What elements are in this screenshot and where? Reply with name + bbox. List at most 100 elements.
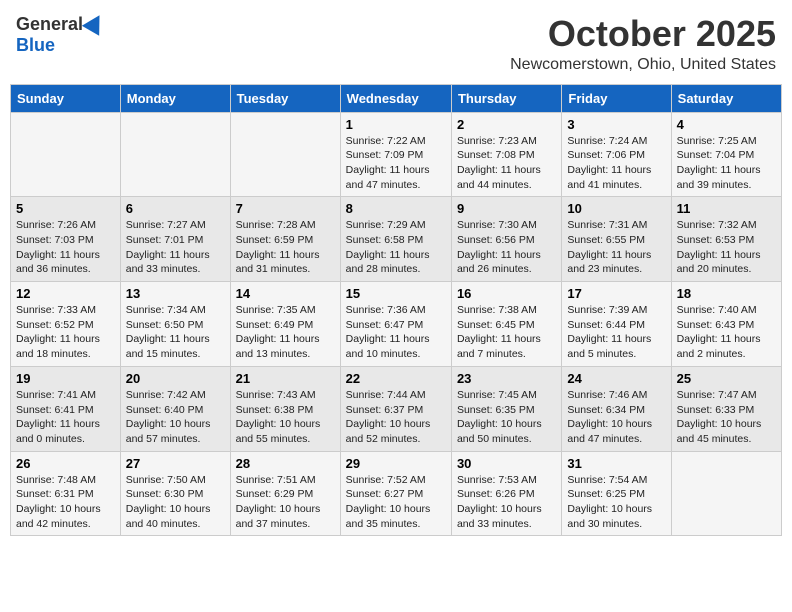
calendar-cell: 19Sunrise: 7:41 AM Sunset: 6:41 PM Dayli… xyxy=(11,366,121,451)
day-info: Sunrise: 7:28 AM Sunset: 6:59 PM Dayligh… xyxy=(236,218,335,277)
day-number: 7 xyxy=(236,201,335,216)
calendar-cell: 1 Sunrise: 7:22 AM Sunset: 7:09 PM Daylig… xyxy=(340,112,451,197)
title-block: October 2025 Newcomerstown, Ohio, United… xyxy=(510,14,776,74)
day-info: Sunrise: 7:22 AM Sunset: 7:09 PM Dayligh… xyxy=(346,134,446,193)
calendar-cell xyxy=(671,451,781,536)
day-info: Sunrise: 7:38 AM Sunset: 6:45 PM Dayligh… xyxy=(457,303,556,362)
day-info: Sunrise: 7:45 AM Sunset: 6:35 PM Dayligh… xyxy=(457,388,556,447)
day-info: Sunrise: 7:35 AM Sunset: 6:49 PM Dayligh… xyxy=(236,303,335,362)
weekday-header-saturday: Saturday xyxy=(671,84,781,112)
day-info: Sunrise: 7:26 AM Sunset: 7:03 PM Dayligh… xyxy=(16,218,115,277)
calendar-cell: 17 Sunrise: 7:39 AM Sunset: 6:44 PM Dayli… xyxy=(562,282,671,367)
calendar-cell: 6 Sunrise: 7:27 AM Sunset: 7:01 PM Daylig… xyxy=(120,197,230,282)
page-header: General Blue October 2025 Newcomerstown,… xyxy=(10,10,782,78)
day-info: Sunrise: 7:33 AM Sunset: 6:52 PM Dayligh… xyxy=(16,303,115,362)
day-info: Sunrise: 7:52 AM Sunset: 6:27 PM Dayligh… xyxy=(346,473,446,532)
day-info: Sunrise: 7:25 AM Sunset: 7:04 PM Dayligh… xyxy=(677,134,776,193)
weekday-header-wednesday: Wednesday xyxy=(340,84,451,112)
day-number: 11 xyxy=(677,201,776,216)
calendar-cell: 25 Sunrise: 7:47 AM Sunset: 6:33 PM Dayli… xyxy=(671,366,781,451)
day-number: 6 xyxy=(126,201,225,216)
day-number: 8 xyxy=(346,201,446,216)
weekday-header-monday: Monday xyxy=(120,84,230,112)
calendar-cell: 18Sunrise: 7:40 AM Sunset: 6:43 PM Dayli… xyxy=(671,282,781,367)
calendar-cell: 27 Sunrise: 7:50 AM Sunset: 6:30 PM Dayli… xyxy=(120,451,230,536)
calendar-cell: 13 Sunrise: 7:34 AM Sunset: 6:50 PM Dayli… xyxy=(120,282,230,367)
day-info: Sunrise: 7:43 AM Sunset: 6:38 PM Dayligh… xyxy=(236,388,335,447)
day-info: Sunrise: 7:40 AM Sunset: 6:43 PM Dayligh… xyxy=(677,303,776,362)
day-number: 4 xyxy=(677,117,776,132)
day-info: Sunrise: 7:27 AM Sunset: 7:01 PM Dayligh… xyxy=(126,218,225,277)
day-info: Sunrise: 7:30 AM Sunset: 6:56 PM Dayligh… xyxy=(457,218,556,277)
day-info: Sunrise: 7:50 AM Sunset: 6:30 PM Dayligh… xyxy=(126,473,225,532)
calendar-cell xyxy=(120,112,230,197)
calendar-cell xyxy=(230,112,340,197)
weekday-header-thursday: Thursday xyxy=(451,84,561,112)
day-number: 3 xyxy=(567,117,665,132)
day-number: 25 xyxy=(677,371,776,386)
calendar-cell: 11 Sunrise: 7:32 AM Sunset: 6:53 PM Dayli… xyxy=(671,197,781,282)
weekday-header-friday: Friday xyxy=(562,84,671,112)
day-info: Sunrise: 7:46 AM Sunset: 6:34 PM Dayligh… xyxy=(567,388,665,447)
day-info: Sunrise: 7:44 AM Sunset: 6:37 PM Dayligh… xyxy=(346,388,446,447)
calendar-cell: 28Sunrise: 7:51 AM Sunset: 6:29 PM Dayli… xyxy=(230,451,340,536)
day-number: 28 xyxy=(236,456,335,471)
calendar-cell: 21 Sunrise: 7:43 AM Sunset: 6:38 PM Dayli… xyxy=(230,366,340,451)
day-number: 24 xyxy=(567,371,665,386)
day-number: 27 xyxy=(126,456,225,471)
month-title: October 2025 xyxy=(510,14,776,54)
day-number: 5 xyxy=(16,201,115,216)
logo-blue-text: Blue xyxy=(16,35,55,56)
logo: General Blue xyxy=(16,14,105,56)
calendar-cell: 2 Sunrise: 7:23 AM Sunset: 7:08 PM Daylig… xyxy=(451,112,561,197)
day-info: Sunrise: 7:54 AM Sunset: 6:25 PM Dayligh… xyxy=(567,473,665,532)
day-info: Sunrise: 7:42 AM Sunset: 6:40 PM Dayligh… xyxy=(126,388,225,447)
day-number: 14 xyxy=(236,286,335,301)
calendar-cell: 20Sunrise: 7:42 AM Sunset: 6:40 PM Dayli… xyxy=(120,366,230,451)
day-number: 17 xyxy=(567,286,665,301)
calendar-cell: 15 Sunrise: 7:36 AM Sunset: 6:47 PM Dayli… xyxy=(340,282,451,367)
day-info: Sunrise: 7:34 AM Sunset: 6:50 PM Dayligh… xyxy=(126,303,225,362)
calendar-cell: 26Sunrise: 7:48 AM Sunset: 6:31 PM Dayli… xyxy=(11,451,121,536)
day-number: 21 xyxy=(236,371,335,386)
day-info: Sunrise: 7:24 AM Sunset: 7:06 PM Dayligh… xyxy=(567,134,665,193)
day-number: 15 xyxy=(346,286,446,301)
day-number: 26 xyxy=(16,456,115,471)
day-info: Sunrise: 7:32 AM Sunset: 6:53 PM Dayligh… xyxy=(677,218,776,277)
calendar-cell: 8 Sunrise: 7:29 AM Sunset: 6:58 PM Daylig… xyxy=(340,197,451,282)
calendar-cell: 31 Sunrise: 7:54 AM Sunset: 6:25 PM Dayli… xyxy=(562,451,671,536)
logo-triangle-icon xyxy=(82,10,108,36)
day-info: Sunrise: 7:23 AM Sunset: 7:08 PM Dayligh… xyxy=(457,134,556,193)
day-info: Sunrise: 7:29 AM Sunset: 6:58 PM Dayligh… xyxy=(346,218,446,277)
calendar-cell: 7 Sunrise: 7:28 AM Sunset: 6:59 PM Daylig… xyxy=(230,197,340,282)
day-number: 31 xyxy=(567,456,665,471)
calendar-cell: 4 Sunrise: 7:25 AM Sunset: 7:04 PM Daylig… xyxy=(671,112,781,197)
weekday-header-tuesday: Tuesday xyxy=(230,84,340,112)
calendar-cell: 23 Sunrise: 7:45 AM Sunset: 6:35 PM Dayli… xyxy=(451,366,561,451)
day-info: Sunrise: 7:39 AM Sunset: 6:44 PM Dayligh… xyxy=(567,303,665,362)
weekday-header-sunday: Sunday xyxy=(11,84,121,112)
location-title: Newcomerstown, Ohio, United States xyxy=(510,56,776,74)
day-number: 10 xyxy=(567,201,665,216)
day-number: 30 xyxy=(457,456,556,471)
day-info: Sunrise: 7:47 AM Sunset: 6:33 PM Dayligh… xyxy=(677,388,776,447)
calendar-cell: 22 Sunrise: 7:44 AM Sunset: 6:37 PM Dayli… xyxy=(340,366,451,451)
calendar-cell: 24 Sunrise: 7:46 AM Sunset: 6:34 PM Dayli… xyxy=(562,366,671,451)
day-info: Sunrise: 7:41 AM Sunset: 6:41 PM Dayligh… xyxy=(16,388,115,447)
day-number: 9 xyxy=(457,201,556,216)
day-info: Sunrise: 7:53 AM Sunset: 6:26 PM Dayligh… xyxy=(457,473,556,532)
day-info: Sunrise: 7:36 AM Sunset: 6:47 PM Dayligh… xyxy=(346,303,446,362)
calendar-table: SundayMondayTuesdayWednesdayThursdayFrid… xyxy=(10,84,782,537)
day-number: 2 xyxy=(457,117,556,132)
day-info: Sunrise: 7:31 AM Sunset: 6:55 PM Dayligh… xyxy=(567,218,665,277)
day-number: 1 xyxy=(346,117,446,132)
day-number: 13 xyxy=(126,286,225,301)
calendar-cell: 3 Sunrise: 7:24 AM Sunset: 7:06 PM Daylig… xyxy=(562,112,671,197)
calendar-cell: 16Sunrise: 7:38 AM Sunset: 6:45 PM Dayli… xyxy=(451,282,561,367)
day-number: 12 xyxy=(16,286,115,301)
day-number: 23 xyxy=(457,371,556,386)
day-number: 22 xyxy=(346,371,446,386)
logo-general-text: General xyxy=(16,14,83,35)
calendar-cell: 30 Sunrise: 7:53 AM Sunset: 6:26 PM Dayli… xyxy=(451,451,561,536)
calendar-cell: 10 Sunrise: 7:31 AM Sunset: 6:55 PM Dayli… xyxy=(562,197,671,282)
